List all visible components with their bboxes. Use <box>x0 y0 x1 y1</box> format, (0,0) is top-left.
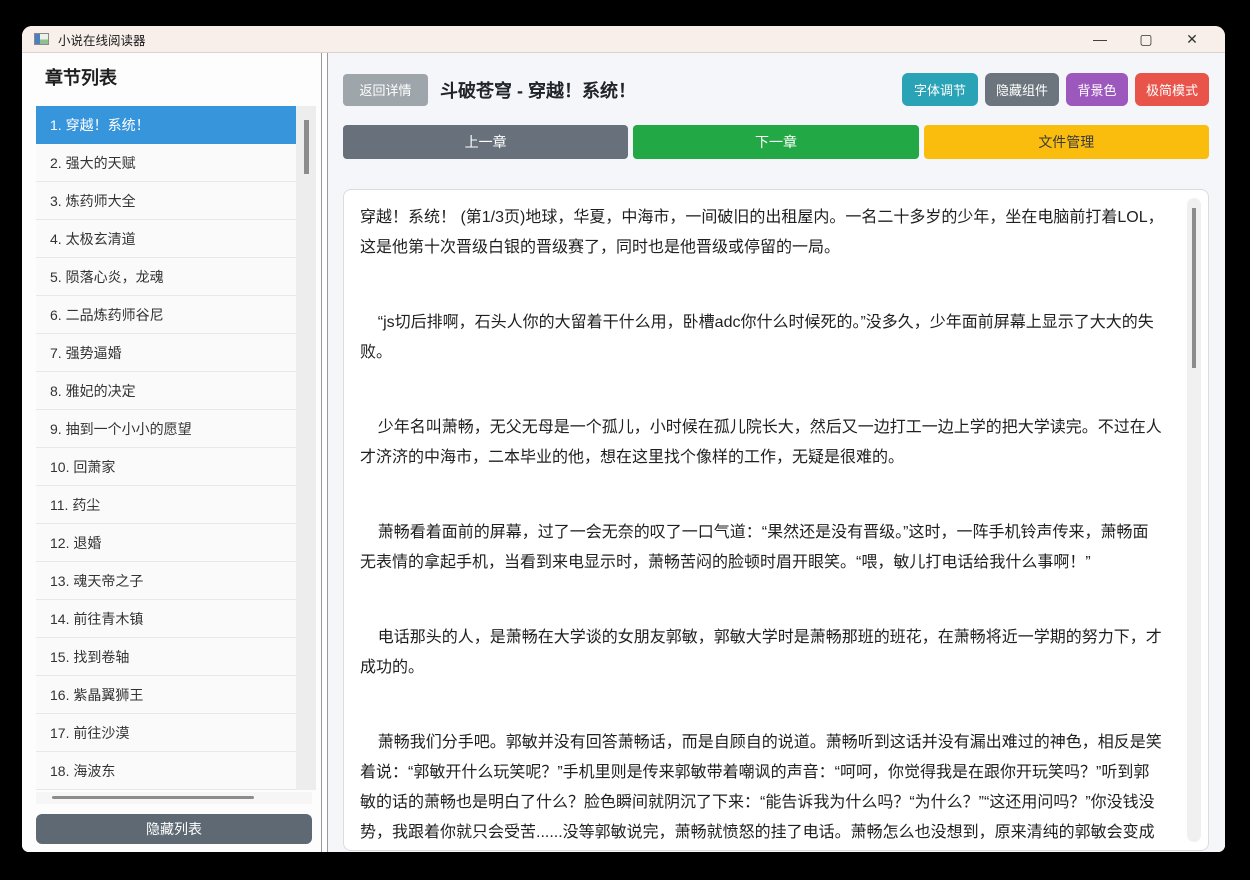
prev-chapter-button[interactable]: 上一章 <box>343 125 629 159</box>
minimize-button[interactable]: — <box>1077 26 1123 52</box>
chapter-item[interactable]: 18. 海波东 <box>36 752 296 790</box>
reading-area: 穿越！系统！ (第1/3页)地球，华夏，中海市，一间破旧的出租屋内。一名二十多岁… <box>343 189 1209 851</box>
paragraph: “js切后排啊，石头人你的大留着干什么用，卧槽adc你什么时候死的。”没多久，少… <box>360 314 1154 361</box>
window-titlebar[interactable]: 小说在线阅读器 — ▢ ✕ <box>22 26 1225 53</box>
hide-components-button[interactable]: 隐藏组件 <box>985 73 1059 106</box>
chapter-title: 斗破苍穹 - 穿越！系统！ <box>440 80 636 101</box>
back-to-details-button[interactable]: 返回详情 <box>343 73 428 106</box>
chapter-item[interactable]: 2. 强大的天赋 <box>36 144 296 182</box>
paragraph: 萧畅看着面前的屏幕，过了一会无奈的叹了一口气道：“果然还是没有晋级。”这时，一阵… <box>360 524 1149 571</box>
chapter-item[interactable]: 13. 魂天帝之子 <box>36 562 296 600</box>
paragraph: 萧畅我们分手吧。郭敏并没有回答萧畅话，而是自顾自的说道。萧畅听到这话并没有漏出难… <box>360 734 1162 841</box>
chapter-sidebar: 章节列表 1. 穿越！系统！ 2. 强大的天赋 3. 炼药师大全 4. 太极玄清… <box>22 53 321 852</box>
close-button[interactable]: ✕ <box>1169 26 1215 52</box>
app-icon <box>34 33 49 45</box>
app-body: 章节列表 1. 穿越！系统！ 2. 强大的天赋 3. 炼药师大全 4. 太极玄清… <box>22 53 1225 852</box>
next-chapter-button[interactable]: 下一章 <box>633 125 919 159</box>
window-controls: — ▢ ✕ <box>1077 26 1215 52</box>
panel-divider[interactable] <box>321 53 328 852</box>
app-window: 小说在线阅读器 — ▢ ✕ 章节列表 1. 穿越！系统！ 2. 强大的天赋 3.… <box>22 26 1225 852</box>
hide-list-button[interactable]: 隐藏列表 <box>36 814 312 844</box>
chapter-item[interactable]: 10. 回萧家 <box>36 448 296 486</box>
chapter-item[interactable]: 5. 陨落心炎，龙魂 <box>36 258 296 296</box>
chapter-item[interactable]: 11. 药尘 <box>36 486 296 524</box>
chapter-item[interactable]: 6. 二品炼药师谷尼 <box>36 296 296 334</box>
maximize-button[interactable]: ▢ <box>1123 26 1169 52</box>
chapter-item[interactable]: 7. 强势逼婚 <box>36 334 296 372</box>
window-title: 小说在线阅读器 <box>58 33 146 48</box>
chapter-item[interactable]: 15. 找到卷轴 <box>36 638 296 676</box>
chapter-item[interactable]: 3. 炼药师大全 <box>36 182 296 220</box>
text-scrollbar-thumb[interactable] <box>1192 208 1196 368</box>
reader-toolbar-row: 返回详情 斗破苍穹 - 穿越！系统！ 字体调节 隐藏组件 背景色 极简模式 <box>343 73 1209 106</box>
vertical-scrollbar-thumb[interactable] <box>304 120 309 174</box>
minimal-mode-button[interactable]: 极简模式 <box>1135 73 1209 106</box>
paragraph: 电话那头的人，是萧畅在大学谈的女朋友郭敏，郭敏大学时是萧畅那班的班花，在萧畅将近… <box>360 629 1162 676</box>
chapter-list-horizontal-scrollbar[interactable] <box>36 792 312 804</box>
paragraph: 穿越！系统！ (第1/3页)地球，华夏，中海市，一间破旧的出租屋内。一名二十多岁… <box>360 209 1164 256</box>
file-manager-button[interactable]: 文件管理 <box>923 125 1209 159</box>
text-vertical-scrollbar[interactable] <box>1187 198 1201 842</box>
chapter-list-vertical-scrollbar[interactable] <box>296 106 316 790</box>
reader-panel: 返回详情 斗破苍穹 - 穿越！系统！ 字体调节 隐藏组件 背景色 极简模式 上一… <box>328 53 1225 852</box>
font-adjust-button[interactable]: 字体调节 <box>902 73 978 106</box>
chapter-nav-row: 上一章 下一章 文件管理 <box>343 125 1209 159</box>
chapter-listbox: 1. 穿越！系统！ 2. 强大的天赋 3. 炼药师大全 4. 太极玄清道 5. … <box>36 106 316 790</box>
paragraph: 少年名叫萧畅，无父无母是一个孤儿，小时候在孤儿院长大，然后又一边打工一边上学的把… <box>360 419 1162 466</box>
desktop-background: 小说在线阅读器 — ▢ ✕ 章节列表 1. 穿越！系统！ 2. 强大的天赋 3.… <box>0 0 1250 880</box>
horizontal-scrollbar-thumb[interactable] <box>52 796 254 799</box>
chapter-text[interactable]: 穿越！系统！ (第1/3页)地球，华夏，中海市，一间破旧的出租屋内。一名二十多岁… <box>344 190 1208 850</box>
chapter-item[interactable]: 12. 退婚 <box>36 524 296 562</box>
chapter-item[interactable]: 16. 紫晶翼狮王 <box>36 676 296 714</box>
chapter-item[interactable]: 14. 前往青木镇 <box>36 600 296 638</box>
chapter-item[interactable]: 17. 前往沙漠 <box>36 714 296 752</box>
chapter-item[interactable]: 4. 太极玄清道 <box>36 220 296 258</box>
chapter-item[interactable]: 9. 抽到一个小小的愿望 <box>36 410 296 448</box>
chapter-item-selected[interactable]: 1. 穿越！系统！ <box>36 106 296 144</box>
sidebar-heading: 章节列表 <box>45 68 117 88</box>
chapter-item[interactable]: 8. 雅妃的决定 <box>36 372 296 410</box>
background-color-button[interactable]: 背景色 <box>1066 73 1128 106</box>
chapter-list: 1. 穿越！系统！ 2. 强大的天赋 3. 炼药师大全 4. 太极玄清道 5. … <box>36 106 296 790</box>
